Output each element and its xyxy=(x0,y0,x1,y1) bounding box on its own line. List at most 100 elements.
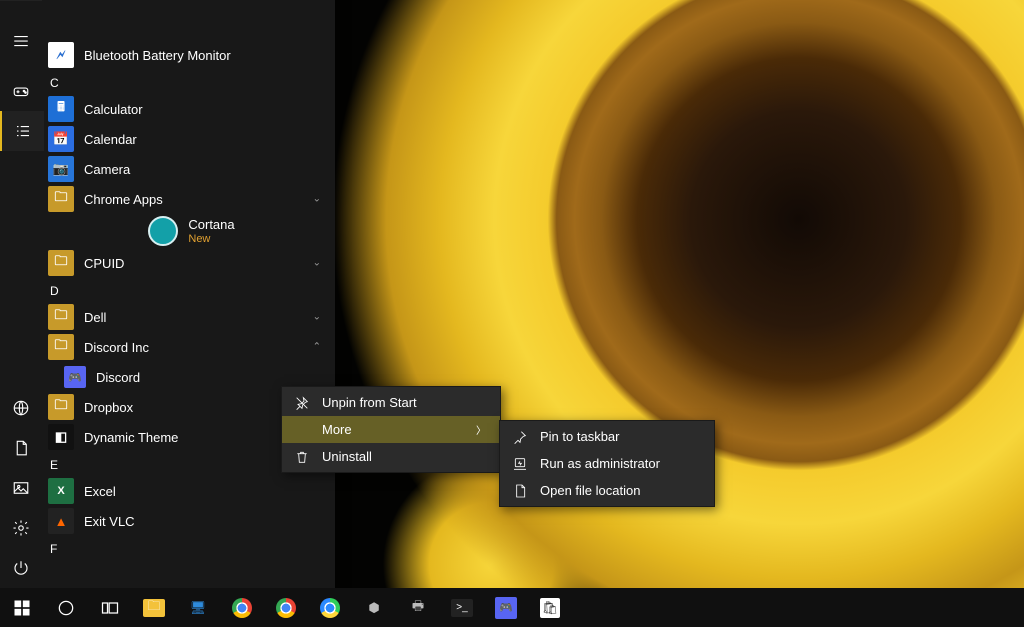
letter-header-c[interactable]: C xyxy=(42,70,335,94)
app-label: Dynamic Theme xyxy=(84,430,178,445)
app-label: Chrome Apps xyxy=(84,192,163,207)
ctx-run-as-administrator[interactable]: Run as administrator xyxy=(500,450,716,477)
app-label: CPUID xyxy=(84,256,124,271)
ctx-uninstall[interactable]: Uninstall xyxy=(282,443,500,470)
calculator-icon: 🖩 xyxy=(48,96,74,122)
documents-icon[interactable] xyxy=(0,428,42,468)
ctx-open-file-location[interactable]: Open file location xyxy=(500,477,716,504)
cortana-button[interactable] xyxy=(44,588,88,627)
app-cortana[interactable]: Cortana New xyxy=(42,214,335,248)
app-label: Cortana xyxy=(188,217,234,232)
app-camera[interactable]: 📷 Camera xyxy=(42,154,335,184)
all-apps-icon[interactable] xyxy=(0,111,44,151)
app-label: Bluetooth Battery Monitor xyxy=(84,48,231,63)
terminal-icon: >_ xyxy=(451,599,473,617)
taskbar-terminal[interactable]: >_ xyxy=(440,588,484,627)
trash-icon xyxy=(294,449,310,465)
mail-icon: 🖥 xyxy=(188,598,208,618)
ctx-pin-to-taskbar[interactable]: Pin to taskbar xyxy=(500,423,716,450)
taskbar: 🗀 🖥 ⬢ 🖶 >_ 🎮 🛍 xyxy=(0,588,1024,627)
all-apps-list[interactable]: 🗲 Bluetooth Battery Monitor C 🖩 Calculat… xyxy=(42,0,335,588)
folder-dell[interactable]: 🗀 Dell ⌄ xyxy=(42,302,335,332)
dynamic-theme-icon: ◧ xyxy=(48,424,74,450)
folder-discord-inc[interactable]: 🗀 Discord Inc ⌃ xyxy=(42,332,335,362)
folder-icon: 🗀 xyxy=(48,304,74,330)
app-label: Discord Inc xyxy=(84,340,149,355)
pictures-icon[interactable] xyxy=(0,468,42,508)
taskbar-mail[interactable]: 🖥 xyxy=(176,588,220,627)
letter-header-d[interactable]: D xyxy=(42,278,335,302)
taskbar-chrome-2[interactable] xyxy=(264,588,308,627)
ctx-label: Run as administrator xyxy=(540,456,660,471)
chrome-icon xyxy=(276,598,296,618)
chevron-right-icon: 〉 xyxy=(476,422,486,437)
chevron-down-icon: ⌄ xyxy=(313,258,321,269)
discord-icon: 🎮 xyxy=(64,366,86,388)
taskbar-device[interactable]: ⬢ xyxy=(352,588,396,627)
ctx-more[interactable]: More 〉 xyxy=(282,416,500,443)
task-view-button[interactable] xyxy=(88,588,132,627)
discord-icon: 🎮 xyxy=(495,597,517,619)
start-rail xyxy=(0,0,42,588)
camera-icon: 📷 xyxy=(48,156,74,182)
taskbar-discord[interactable]: 🎮 xyxy=(484,588,528,627)
folder-chrome-apps[interactable]: 🗀 Chrome Apps ⌄ xyxy=(42,184,335,214)
folder-icon: 🗀 xyxy=(48,250,74,276)
chevron-down-icon: ⌄ xyxy=(313,194,321,205)
power-icon[interactable] xyxy=(0,548,42,588)
start-menu: 🗲 Bluetooth Battery Monitor C 🖩 Calculat… xyxy=(0,0,335,588)
taskbar-printer[interactable]: 🖶 xyxy=(396,588,440,627)
app-label: Dell xyxy=(84,310,106,325)
context-submenu-more: Pin to taskbar Run as administrator Open… xyxy=(499,420,715,507)
admin-icon xyxy=(512,456,528,472)
unpin-icon xyxy=(294,395,310,411)
store-icon: 🛍 xyxy=(540,598,560,618)
printer-icon: 🖶 xyxy=(408,598,428,618)
ctx-label: Pin to taskbar xyxy=(540,429,620,444)
ctx-label: More xyxy=(322,422,352,437)
taskbar-chrome-1[interactable] xyxy=(220,588,264,627)
vlc-icon: ▲ xyxy=(48,508,74,534)
chevron-down-icon: ⌄ xyxy=(313,312,321,323)
start-button[interactable] xyxy=(0,588,44,627)
pin-icon xyxy=(512,429,528,445)
app-exit-vlc[interactable]: ▲ Exit VLC xyxy=(42,506,335,536)
chevron-up-icon: ⌃ xyxy=(313,342,321,353)
app-label: Exit VLC xyxy=(84,514,135,529)
app-bluetooth-battery-monitor[interactable]: 🗲 Bluetooth Battery Monitor xyxy=(42,40,335,70)
game-bar-icon[interactable] xyxy=(0,71,42,111)
folder-icon: 🗀 xyxy=(48,334,74,360)
taskbar-store[interactable]: 🛍 xyxy=(528,588,572,627)
folder-cpuid[interactable]: 🗀 CPUID ⌄ xyxy=(42,248,335,278)
bluetooth-battery-icon: 🗲 xyxy=(48,42,74,68)
app-calendar[interactable]: 📅 Calendar xyxy=(42,124,335,154)
taskbar-chrome-canary[interactable] xyxy=(308,588,352,627)
taskbar-file-explorer[interactable]: 🗀 xyxy=(132,588,176,627)
folder-icon: 🗀 xyxy=(48,394,74,420)
ctx-label: Unpin from Start xyxy=(322,395,417,410)
app-label: Calculator xyxy=(84,102,143,117)
file-location-icon xyxy=(512,483,528,499)
app-label: Dropbox xyxy=(84,400,133,415)
cortana-icon xyxy=(148,216,178,246)
chrome-icon xyxy=(232,598,252,618)
app-calculator[interactable]: 🖩 Calculator xyxy=(42,94,335,124)
app-sublabel: New xyxy=(188,233,234,245)
app-label: Calendar xyxy=(84,132,137,147)
letter-header-f[interactable]: F xyxy=(42,536,335,560)
ctx-label: Open file location xyxy=(540,483,640,498)
chrome-canary-icon xyxy=(320,598,340,618)
calendar-icon: 📅 xyxy=(48,126,74,152)
settings-icon[interactable] xyxy=(0,508,42,548)
menu-icon[interactable] xyxy=(0,21,42,61)
file-explorer-icon: 🗀 xyxy=(143,599,165,617)
ctx-label: Uninstall xyxy=(322,449,372,464)
excel-icon: X xyxy=(48,478,74,504)
device-icon: ⬢ xyxy=(364,598,384,618)
app-label: Camera xyxy=(84,162,130,177)
ctx-unpin-from-start[interactable]: Unpin from Start xyxy=(282,389,500,416)
folder-icon: 🗀 xyxy=(48,186,74,212)
app-excel[interactable]: X Excel xyxy=(42,476,335,506)
app-label: Excel xyxy=(84,484,116,499)
globe-icon[interactable] xyxy=(0,388,42,428)
